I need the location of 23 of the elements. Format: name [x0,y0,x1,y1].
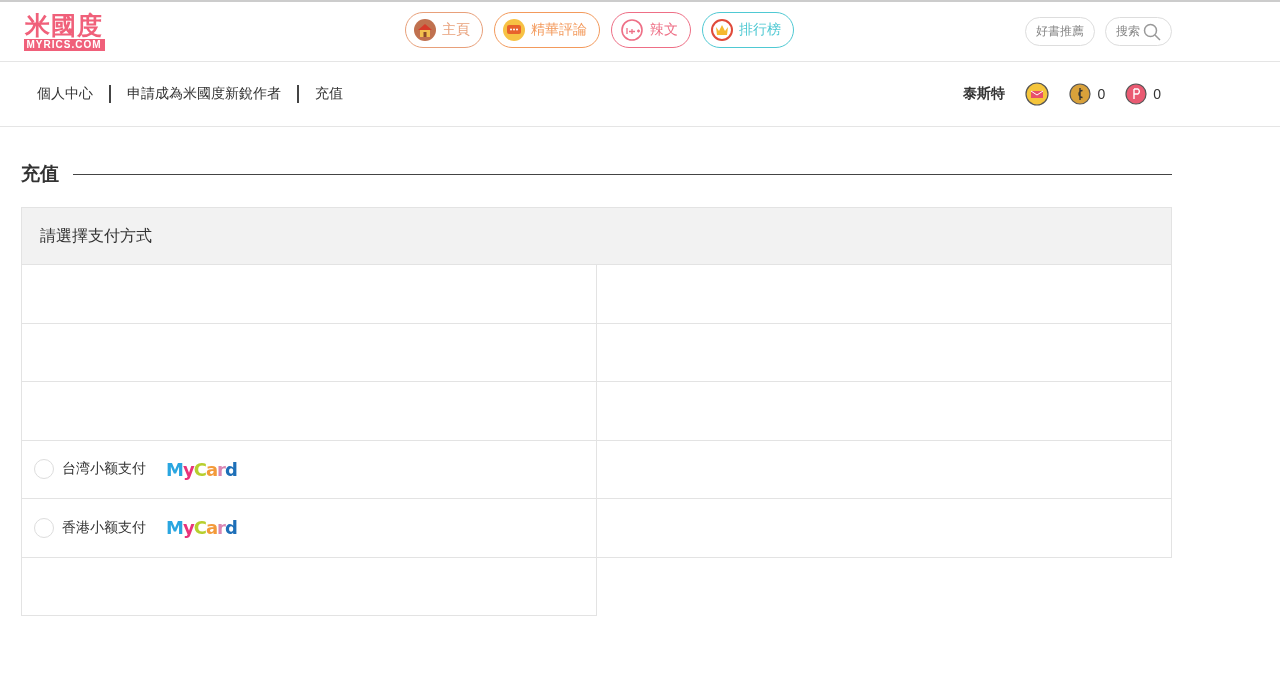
chat-bubble-icon [503,19,525,41]
crown-icon [711,19,733,41]
breadcrumb-link[interactable]: 申請成為米國度新銳作者 [127,85,281,103]
payment-option[interactable]: 台湾小额支付 MyCard [34,458,237,480]
age-restriction-icon [620,19,644,41]
mycard-logo: MyCard [166,458,237,480]
logo-domain: MYRICS.COM [23,38,105,51]
payment-option[interactable]: 香港小额支付 MyCard [34,517,237,539]
section-title: 充值 [21,162,59,186]
user-name: 泰斯特 [963,85,1006,103]
points-icon [1125,83,1148,105]
house-icon [414,19,436,41]
points-count: 0 [1153,86,1161,102]
mycard-logo: MyCard [166,517,237,539]
envelope-icon[interactable] [1025,82,1050,106]
coin-icon [1069,83,1092,105]
breadcrumb-link[interactable]: 充值 [315,85,343,103]
panel-header: 請選擇支付方式 [21,207,1172,265]
site-logo[interactable]: 米國度 MYRICS.COM [20,12,108,51]
breadcrumb-link[interactable]: 個人中心 [37,85,93,103]
logo-title: 米國度 [25,12,103,38]
search-icon [1143,22,1161,41]
coin-count: 0 [1097,86,1106,102]
